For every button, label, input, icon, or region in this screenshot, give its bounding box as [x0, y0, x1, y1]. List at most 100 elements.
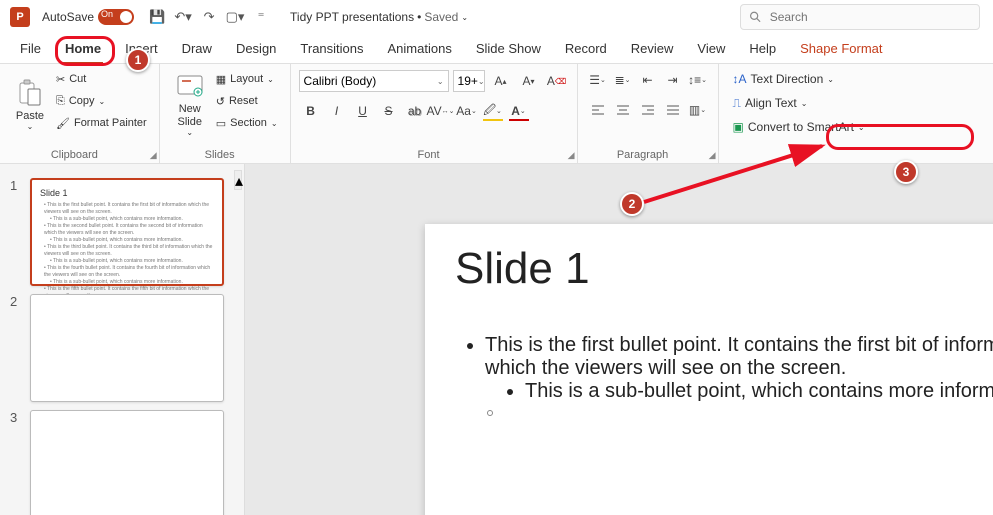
tab-shape-format[interactable]: Shape Format	[790, 37, 892, 60]
thumb-scroll-up[interactable]: ▴	[234, 170, 242, 190]
increase-indent-button[interactable]: ⇥	[661, 69, 685, 91]
group-paragraph: ☰⌄ ≣⌄ ⇤ ⇥ ↕≡⌄ ▥⌄ Paragraph ◢	[578, 64, 719, 163]
new-slide-button[interactable]: New Slide ⌄	[168, 68, 212, 140]
tab-transitions[interactable]: Transitions	[290, 37, 373, 60]
underline-button[interactable]: U	[351, 100, 375, 122]
undo-icon[interactable]: ↶▾	[173, 7, 193, 27]
tab-slideshow[interactable]: Slide Show	[466, 37, 551, 60]
reset-icon: ↺	[216, 95, 225, 108]
slide-canvas[interactable]: Slide 1 This is the first bullet point. …	[245, 164, 993, 515]
slide-body-textbox[interactable]: This is the first bullet point. It conta…	[455, 334, 993, 403]
thumbnail-row[interactable]: 1Slide 1• This is the first bullet point…	[0, 174, 244, 290]
line-spacing-button[interactable]: ↕≡⌄	[686, 69, 710, 91]
align-left-button[interactable]	[586, 99, 610, 121]
copy-icon: ⎘	[56, 95, 65, 108]
paragraph-launcher[interactable]: ◢	[709, 150, 716, 161]
tab-design[interactable]: Design	[226, 37, 286, 60]
slide-editor[interactable]: Slide 1 This is the first bullet point. …	[425, 224, 993, 515]
group-clipboard: Paste ⌄ ✂Cut ⎘Copy⌄ 🖌Format Painter Clip…	[0, 64, 160, 163]
paragraph-group-label: Paragraph	[578, 149, 708, 161]
decrease-font-button[interactable]: A▾	[517, 70, 541, 92]
tab-file[interactable]: File	[10, 37, 51, 60]
increase-font-button[interactable]: A▴	[489, 70, 513, 92]
search-icon	[749, 10, 762, 24]
workspace: ▴ 1Slide 1• This is the first bullet poi…	[0, 164, 993, 515]
sub-bullet-item[interactable]: This is a sub-bullet point, which contai…	[525, 380, 993, 403]
tab-record[interactable]: Record	[555, 37, 617, 60]
decrease-indent-button[interactable]: ⇤	[636, 69, 660, 91]
clear-formatting-button[interactable]: A⌫	[545, 70, 569, 92]
bold-button[interactable]: B	[299, 100, 323, 122]
ribbon-tabs: File Home Insert Draw Design Transitions…	[0, 34, 993, 64]
text-direction-icon: ↕A	[733, 72, 747, 86]
bullet-item[interactable]: This is the first bullet point. It conta…	[485, 334, 993, 403]
textbox-handle[interactable]	[487, 410, 493, 416]
justify-button[interactable]	[661, 99, 685, 121]
cut-button[interactable]: ✂Cut	[52, 68, 151, 90]
app-icon: P	[10, 7, 30, 27]
tab-help[interactable]: Help	[739, 37, 786, 60]
thumbnail-number: 3	[10, 410, 22, 515]
layout-button[interactable]: ▦Layout⌄	[212, 68, 282, 90]
ribbon: Paste ⌄ ✂Cut ⎘Copy⌄ 🖌Format Painter Clip…	[0, 64, 993, 164]
align-center-button[interactable]	[611, 99, 635, 121]
format-painter-button[interactable]: 🖌Format Painter	[52, 112, 151, 134]
font-size-combo[interactable]: 19+⌄	[453, 70, 485, 92]
paste-button[interactable]: Paste ⌄	[8, 68, 52, 140]
slide-title[interactable]: Slide 1	[455, 244, 993, 294]
font-name-combo[interactable]: Calibri (Body)⌄	[299, 70, 449, 92]
group-text-tools: ↕A Text Direction⌄ ⎍ Align Text⌄ ▣ Conve…	[719, 64, 879, 163]
thumbnail-row[interactable]: 2	[0, 290, 244, 406]
tab-view[interactable]: View	[687, 37, 735, 60]
char-spacing-button[interactable]: AV↔⌄	[429, 100, 453, 122]
strikethrough-button[interactable]: S	[377, 100, 401, 122]
reset-button[interactable]: ↺Reset	[212, 90, 282, 112]
align-right-button[interactable]	[636, 99, 660, 121]
group-slides: New Slide ⌄ ▦Layout⌄ ↺Reset ▭Section⌄ Sl…	[160, 64, 291, 163]
tab-home[interactable]: Home	[55, 37, 111, 60]
bullets-button[interactable]: ☰⌄	[586, 69, 610, 91]
save-icon[interactable]: 💾	[147, 7, 167, 27]
italic-button[interactable]: I	[325, 100, 349, 122]
highlight-button[interactable]: 🖉⌄	[481, 100, 505, 122]
numbering-button[interactable]: ≣⌄	[611, 69, 635, 91]
change-case-button[interactable]: Aa⌄	[455, 100, 479, 122]
align-text-button[interactable]: ⎍ Align Text⌄	[727, 92, 871, 114]
align-text-icon: ⎍	[733, 96, 741, 111]
tab-review[interactable]: Review	[621, 37, 684, 60]
columns-button[interactable]: ▥⌄	[686, 99, 710, 121]
autosave-toggle[interactable]: On	[98, 9, 134, 25]
qat-overflow-icon[interactable]: ⁼	[251, 7, 271, 27]
section-button[interactable]: ▭Section⌄	[212, 112, 282, 134]
layout-icon: ▦	[216, 73, 226, 86]
brush-icon: 🖌	[56, 117, 70, 130]
thumbnail-slide[interactable]: Slide 1• This is the first bullet point.…	[30, 178, 224, 286]
slides-group-label: Slides	[160, 149, 280, 161]
clipboard-launcher[interactable]: ◢	[150, 150, 157, 161]
smartart-icon: ▣	[733, 120, 744, 134]
shadow-button[interactable]: ab	[403, 100, 427, 122]
document-title[interactable]: Tidy PPT presentations • Saved ⌄	[290, 10, 468, 24]
cut-icon: ✂	[56, 73, 65, 86]
text-direction-button[interactable]: ↕A Text Direction⌄	[727, 68, 871, 90]
thumbnail-slide[interactable]	[30, 410, 224, 515]
title-bar: P AutoSave On 💾 ↶▾ ↷ ▢▾ ⁼ Tidy PPT prese…	[0, 0, 993, 34]
search-input[interactable]	[770, 10, 971, 24]
thumbnail-slide[interactable]	[30, 294, 224, 402]
tab-draw[interactable]: Draw	[172, 37, 222, 60]
clipboard-group-label: Clipboard	[0, 149, 149, 161]
font-launcher[interactable]: ◢	[568, 150, 575, 161]
slide-thumbnail-panel[interactable]: ▴ 1Slide 1• This is the first bullet poi…	[0, 164, 245, 515]
thumbnail-number: 2	[10, 294, 22, 402]
font-group-label: Font	[291, 149, 567, 161]
font-color-button[interactable]: A⌄	[507, 100, 531, 122]
convert-smartart-button[interactable]: ▣ Convert to SmartArt⌄	[727, 116, 871, 138]
thumbnail-row[interactable]: 3	[0, 406, 244, 515]
tab-insert[interactable]: Insert	[115, 37, 168, 60]
toggle-knob	[120, 11, 132, 23]
copy-button[interactable]: ⎘Copy⌄	[52, 90, 151, 112]
search-box[interactable]	[740, 4, 980, 30]
present-icon[interactable]: ▢▾	[225, 7, 245, 27]
redo-icon[interactable]: ↷	[199, 7, 219, 27]
tab-animations[interactable]: Animations	[378, 37, 462, 60]
